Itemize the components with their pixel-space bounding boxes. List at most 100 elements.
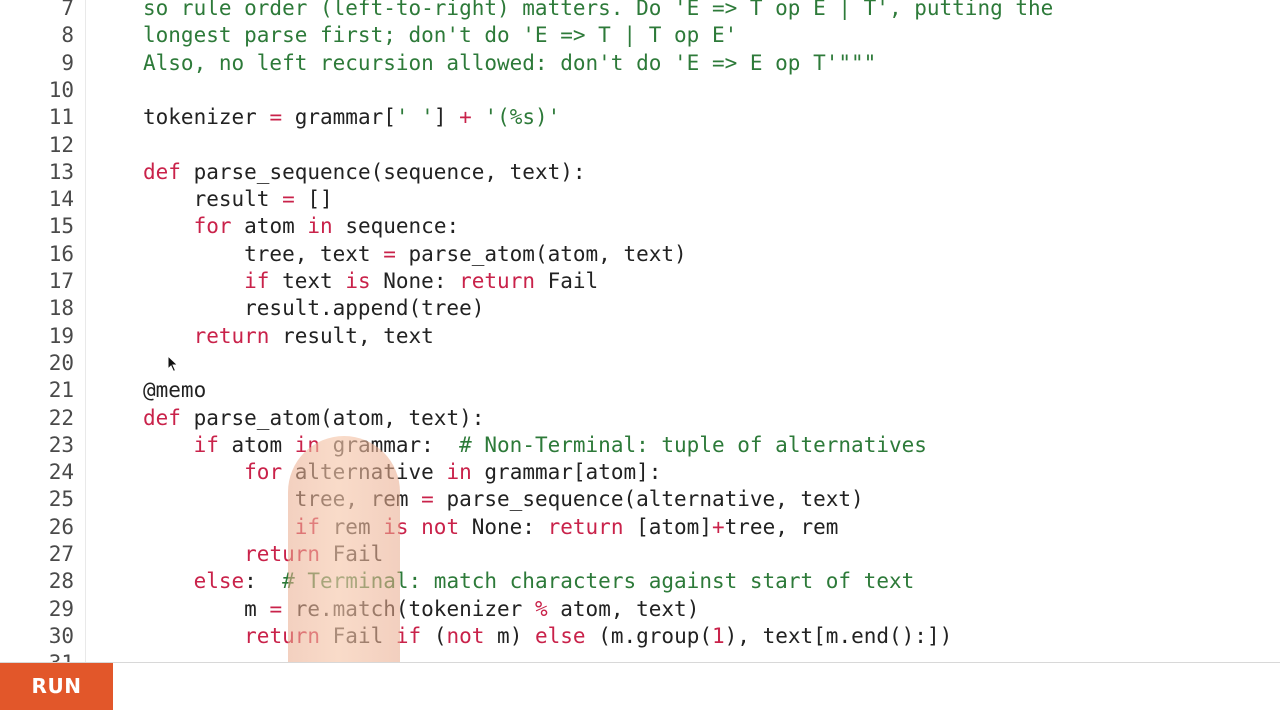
code-keyword: return (459, 269, 535, 293)
code-text: tokenizer = grammar[' '] + '(%s)' (143, 104, 560, 131)
code-token: parse_sequence(alternative, text) (433, 487, 864, 512)
code-token: + (459, 105, 472, 130)
code-line[interactable]: 18 result.append(tree) (0, 295, 1280, 322)
code-line[interactable]: 9 Also, no left recursion allowed: don't … (0, 50, 1280, 77)
code-token: m) (484, 623, 535, 648)
run-button[interactable]: RUN (0, 663, 113, 710)
code-text: def parse_atom(atom, text): (143, 405, 484, 432)
code-keyword: is (345, 269, 371, 293)
code-editor[interactable]: 7 so rule order (left-to-right) matters. … (0, 0, 1280, 720)
bottom-toolbar (0, 662, 1280, 720)
code-keyword: in (446, 460, 472, 485)
code-text: @memo (143, 377, 206, 404)
code-keyword: if (193, 432, 219, 457)
line-number: 11 (48, 105, 74, 130)
code-text: m = re.match(tokenizer % atom, text) (143, 596, 699, 623)
code-line[interactable]: 25 tree, rem = parse_sequence(alternativ… (0, 486, 1280, 513)
line-number: 7 (61, 0, 74, 20)
code-token: = (269, 105, 283, 130)
code-token: None: (459, 514, 548, 539)
code-keyword: return (244, 542, 321, 566)
code-token: = (282, 187, 295, 212)
code-line[interactable]: 8 longest parse first; don't do 'E => T |… (0, 22, 1280, 49)
code-line[interactable]: 19 return result, text (0, 323, 1280, 350)
code-line[interactable]: 28 else: # Terminal: match characters ag… (0, 568, 1280, 595)
code-text: longest parse first; don't do 'E => T | … (143, 22, 737, 49)
code-token: result, text (269, 323, 434, 348)
code-string: ' ' (395, 105, 434, 130)
code-text: Also, no left recursion allowed: don't d… (143, 50, 876, 77)
code-token: grammar[atom]: (471, 460, 662, 485)
code-text: else: # Terminal: match characters again… (143, 568, 915, 595)
code-line[interactable]: 14 result = [] (0, 186, 1280, 213)
line-number: 17 (48, 269, 74, 293)
code-line[interactable]: 16 tree, text = parse_atom(atom, text) (0, 241, 1280, 268)
code-token: Also, no left recursion allowed: don't d… (143, 50, 877, 75)
code-keyword: in (307, 214, 333, 239)
code-token: parse_atom(atom, text): (180, 405, 485, 430)
code-token: text (269, 269, 346, 293)
code-line[interactable]: 29 m = re.match(tokenizer % atom, text) (0, 596, 1280, 623)
line-number: 20 (48, 350, 74, 375)
code-line[interactable]: 22 def parse_atom(atom, text): (0, 405, 1280, 432)
code-token: + (711, 514, 725, 539)
code-line[interactable]: 11 tokenizer = grammar[' '] + '(%s)' (0, 104, 1280, 131)
code-token: = (383, 241, 396, 266)
code-text: def parse_sequence(sequence, text): (143, 159, 586, 186)
code-line[interactable]: 30 return Fail if (not m) else (m.group(… (0, 623, 1280, 650)
code-text: if atom in grammar: # Non-Terminal: tupl… (143, 432, 927, 459)
code-line[interactable]: 20 (0, 350, 1280, 377)
line-number: 21 (48, 378, 74, 403)
code-line[interactable]: 15 for atom in sequence: (0, 213, 1280, 240)
code-text: tree, text = parse_atom(atom, text) (143, 241, 687, 268)
code-token: = (269, 596, 283, 621)
code-text: result = [] (143, 186, 333, 213)
line-number: 28 (48, 569, 74, 594)
line-number: 12 (48, 132, 74, 157)
code-keyword: if (395, 623, 422, 648)
line-number: 26 (48, 514, 74, 539)
code-token: grammar: (320, 432, 460, 457)
code-text: return result, text (143, 323, 434, 350)
code-line[interactable]: 12 (0, 132, 1280, 159)
code-token: so rule order (left-to-right) matters. D… (143, 0, 1054, 20)
code-keyword: is not (383, 514, 460, 539)
code-token: Fail (320, 542, 384, 566)
code-line[interactable]: 17 if text is None: return Fail (0, 268, 1280, 295)
line-number: 30 (48, 623, 74, 648)
code-line[interactable]: 27 return Fail (0, 541, 1280, 568)
code-text: for alternative in grammar[atom]: (143, 459, 661, 486)
code-token: : (244, 569, 283, 594)
code-token: @memo (143, 378, 207, 403)
code-line[interactable]: 10 (0, 77, 1280, 104)
code-line[interactable]: 13 def parse_sequence(sequence, text): (0, 159, 1280, 186)
line-number: 27 (48, 542, 74, 566)
code-keyword: for (244, 460, 283, 485)
code-keyword: return (244, 623, 321, 648)
line-number: 18 (48, 296, 74, 321)
code-token: atom (218, 432, 295, 457)
code-token: m (143, 596, 270, 621)
code-line[interactable]: 24 for alternative in grammar[atom]: (0, 459, 1280, 486)
code-token: ] (433, 105, 460, 130)
line-number: 9 (61, 50, 74, 75)
code-line[interactable]: 7 so rule order (left-to-right) matters. … (0, 0, 1280, 22)
code-token: 1 (712, 623, 725, 648)
code-token: % (534, 596, 548, 621)
code-text: tree, rem = parse_sequence(alternative, … (143, 486, 864, 513)
code-token: tokenizer (143, 105, 270, 130)
code-line[interactable]: 21 @memo (0, 377, 1280, 404)
code-line[interactable]: 26 if rem is not None: return [atom]+tre… (0, 514, 1280, 541)
line-number: 10 (48, 77, 74, 102)
code-token: Fail (320, 623, 396, 648)
code-token: longest parse first; don't do 'E => T | … (143, 23, 738, 48)
code-token: result.append(tree) (143, 296, 485, 321)
code-line[interactable]: 23 if atom in grammar: # Non-Terminal: t… (0, 432, 1280, 459)
code-keyword: def (143, 159, 181, 184)
